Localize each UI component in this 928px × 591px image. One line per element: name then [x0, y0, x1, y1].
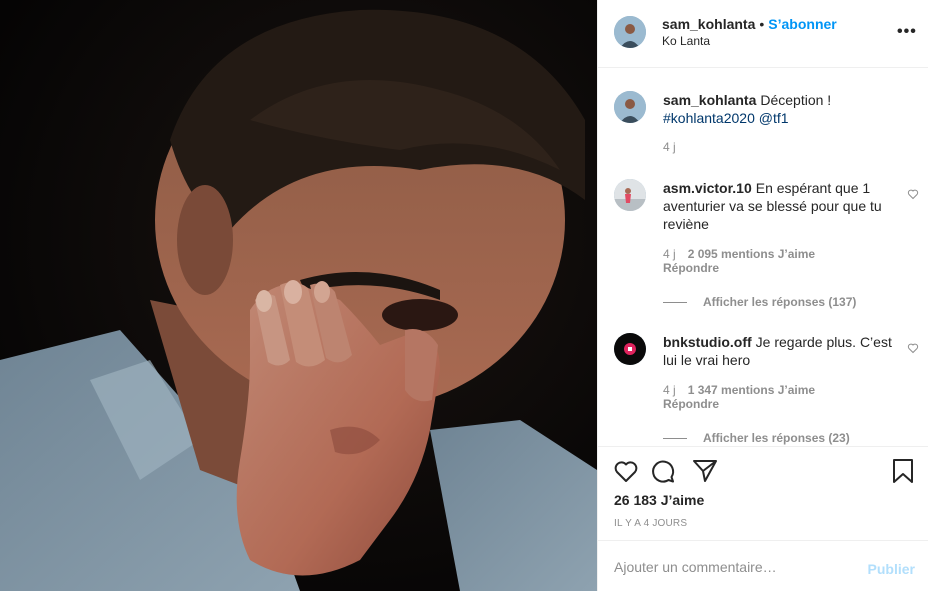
comment-time[interactable]: 4 j [663, 247, 676, 261]
share-icon [693, 460, 717, 482]
comment-meta: 4 j 2 095 mentions J’aime [663, 247, 827, 261]
comment-button[interactable] [649, 457, 677, 485]
caption-body: sam_kohlanta Déception ! #kohlanta2020 @t… [663, 91, 899, 127]
view-replies-label: Afficher les réponses (23) [703, 431, 850, 445]
comment-meta: 4 j 1 347 mentions J’aime [663, 383, 827, 397]
post-location[interactable]: Ko Lanta [662, 34, 710, 48]
caption-username[interactable]: sam_kohlanta [663, 92, 756, 108]
caption-meta: 4 j [663, 140, 688, 154]
reply-button[interactable]: Répondre [663, 397, 719, 411]
view-replies-button[interactable]: Afficher les réponses (23) [663, 431, 850, 445]
replies-divider-line [663, 438, 687, 440]
more-options-icon[interactable]: ••• [897, 22, 916, 42]
heart-outline-icon [907, 189, 919, 200]
replies-divider-line [663, 302, 687, 304]
comment-like-heart-icon[interactable] [907, 188, 919, 200]
comment-input[interactable] [614, 558, 844, 576]
commenter-avatar[interactable] [614, 179, 646, 211]
like-button[interactable] [612, 457, 640, 485]
comment-username[interactable]: bnkstudio.off [663, 334, 752, 350]
author-avatar[interactable] [614, 16, 646, 48]
follow-button[interactable]: S’abonner [768, 16, 836, 32]
comment-likes[interactable]: 1 347 mentions J’aime [688, 383, 815, 397]
comment-likes[interactable]: 2 095 mentions J’aime [688, 247, 815, 261]
post-timestamp[interactable]: IL Y A 4 JOURS [614, 518, 687, 529]
comment-like-heart-icon[interactable] [907, 342, 919, 354]
caption-avatar[interactable] [614, 91, 646, 123]
post-header: sam_kohlanta • S’abonner Ko Lanta ••• [598, 0, 928, 68]
caption-time[interactable]: 4 j [663, 140, 676, 154]
publish-button[interactable]: Publier [868, 561, 915, 577]
caption-hashtag-link[interactable]: #kohlanta2020 [663, 110, 755, 126]
save-button[interactable] [889, 457, 917, 485]
caption-mention-link[interactable]: @tf1 [759, 110, 789, 126]
share-button[interactable] [691, 457, 719, 485]
commenter-avatar[interactable] [614, 333, 646, 365]
caption-text: Déception ! [760, 92, 832, 108]
post-side-panel: sam_kohlanta • S’abonner Ko Lanta ••• sam_… [597, 0, 928, 591]
author-username[interactable]: sam_kohlanta [662, 16, 755, 32]
post-image[interactable] [0, 0, 597, 591]
post-photo-crying-man [0, 0, 597, 591]
commenter-avatar-image [614, 333, 646, 365]
comments-list[interactable]: sam_kohlanta Déception ! #kohlanta2020 @t… [598, 69, 928, 445]
comment-time[interactable]: 4 j [663, 383, 676, 397]
header-separator: • [759, 16, 765, 32]
comment-icon [652, 460, 675, 483]
caption-avatar-image [614, 91, 646, 123]
add-comment-bar: Publier [598, 540, 928, 591]
post-actions: 26 183 J’aime IL Y A 4 JOURS [598, 446, 928, 540]
reply-button[interactable]: Répondre [663, 261, 719, 275]
comment-body: asm.victor.10 En espérant que 1 aventurie… [663, 179, 899, 233]
post-likes-count[interactable]: 26 183 J’aime [614, 492, 704, 508]
comment-username[interactable]: asm.victor.10 [663, 180, 752, 196]
commenter-avatar-image [614, 179, 646, 211]
view-replies-label: Afficher les réponses (137) [703, 295, 857, 309]
view-replies-button[interactable]: Afficher les réponses (137) [663, 295, 856, 309]
header-user-line: sam_kohlanta • S’abonner [662, 16, 837, 32]
comment-body: bnkstudio.off Je regarde plus. C’est lui … [663, 333, 899, 369]
instagram-post: sam_kohlanta • S’abonner Ko Lanta ••• sam_… [0, 0, 928, 591]
author-avatar-image [614, 16, 646, 48]
heart-outline-icon [907, 343, 919, 354]
bookmark-icon [893, 459, 913, 483]
heart-icon [614, 461, 638, 482]
